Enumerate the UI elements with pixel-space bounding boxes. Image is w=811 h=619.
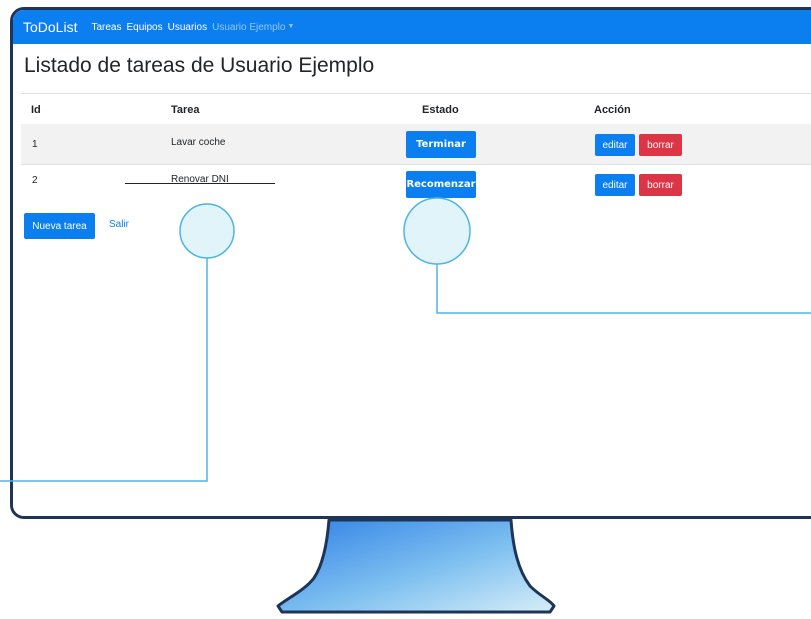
monitor-stand	[276, 518, 556, 614]
stand-body	[276, 518, 556, 614]
